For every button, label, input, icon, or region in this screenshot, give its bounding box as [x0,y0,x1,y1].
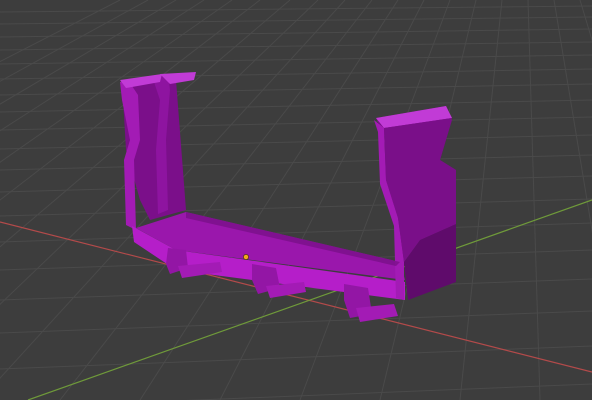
object-origin-point [243,254,249,260]
viewport-canvas[interactable] [0,0,592,400]
3d-viewport[interactable] [0,0,592,400]
floor-grid [0,0,592,400]
bracket-mesh[interactable] [120,72,456,322]
y-axis-line [27,199,592,400]
